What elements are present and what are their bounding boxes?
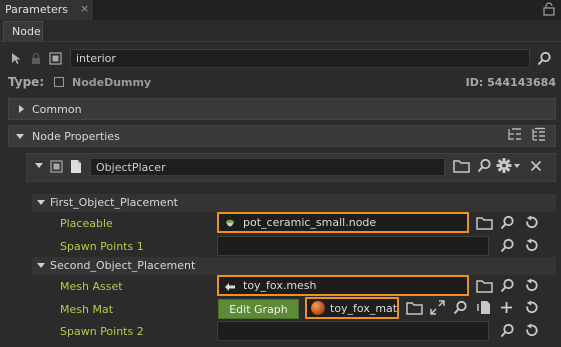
close-icon[interactable] [530, 160, 542, 172]
gear-icon[interactable] [496, 157, 522, 174]
node-type-value: NodeDummy [72, 76, 152, 89]
expand-icon[interactable] [430, 300, 445, 315]
search-icon[interactable] [500, 238, 515, 253]
object-placer-field[interactable]: ObjectPlacer [90, 158, 445, 176]
subtab-bar [0, 20, 561, 42]
stop-icon[interactable] [49, 52, 62, 65]
group-title: First_Object_Placement [50, 196, 178, 209]
spawn-points-1-label: Spawn Points 1 [60, 240, 144, 253]
tab-node[interactable]: Node [3, 21, 43, 42]
search-icon[interactable] [537, 51, 552, 66]
material-preview-icon [311, 301, 325, 315]
group-first-object-placement[interactable]: First_Object_Placement [32, 194, 556, 212]
type-label: Type: [8, 75, 45, 89]
chevron-down-icon [37, 200, 45, 205]
section-common[interactable]: Common [8, 98, 556, 120]
reset-icon[interactable] [524, 215, 539, 230]
close-panel-icon[interactable]: × [80, 2, 89, 15]
copy-icon[interactable] [477, 300, 491, 315]
node-id: ID: 544143684 [465, 76, 556, 89]
section-node-properties[interactable]: Node Properties [8, 125, 556, 147]
reset-icon[interactable] [524, 300, 539, 315]
edit-graph-button[interactable]: Edit Graph [218, 299, 299, 319]
stop-icon[interactable] [50, 160, 63, 173]
mesh-mat-label: Mesh Mat [60, 303, 114, 316]
section-node-properties-label: Node Properties [32, 130, 120, 143]
chevron-right-icon [19, 105, 24, 113]
mesh-asset-icon [225, 283, 235, 291]
mesh-asset-field[interactable]: toy_fox.mesh [217, 275, 469, 296]
node-asset-icon [226, 219, 234, 227]
folder-icon[interactable] [453, 159, 470, 173]
search-icon[interactable] [477, 158, 492, 173]
node-search-input[interactable]: interior [70, 49, 530, 68]
search-icon[interactable] [453, 300, 468, 315]
spawn-points-2-field[interactable] [217, 321, 489, 341]
mesh-asset-value: toy_fox.mesh [243, 279, 317, 292]
chevron-down-icon [16, 134, 24, 139]
plus-icon[interactable] [500, 301, 513, 314]
lock-icon[interactable] [30, 52, 42, 65]
spawn-points-1-field[interactable] [217, 236, 489, 256]
section-common-label: Common [32, 103, 82, 116]
reset-icon[interactable] [524, 278, 539, 293]
placeable-label: Placeable [60, 217, 113, 230]
group-second-object-placement[interactable]: Second_Object_Placement [32, 257, 556, 275]
enabled-checkbox[interactable] [54, 77, 64, 87]
parameters-panel-tab[interactable]: Parameters × [0, 0, 94, 20]
search-icon[interactable] [500, 215, 515, 230]
lock-icon[interactable] [542, 2, 556, 16]
node-type-row: Type: NodeDummy ID: 544143684 [8, 75, 556, 91]
mesh-mat-value: toy_fox_mat [330, 302, 398, 315]
tree-collapse-icon[interactable] [506, 127, 523, 142]
search-icon[interactable] [500, 278, 515, 293]
search-icon[interactable] [500, 323, 515, 338]
placeable-value: pot_ceramic_small.node [243, 216, 377, 229]
chevron-down-icon[interactable] [35, 163, 43, 168]
mesh-mat-field[interactable]: toy_fox_mat [305, 297, 399, 319]
reset-icon[interactable] [524, 323, 539, 338]
select-arrow-icon[interactable] [10, 52, 22, 65]
group-title: Second_Object_Placement [50, 259, 196, 272]
folder-icon[interactable] [476, 279, 493, 293]
folder-icon[interactable] [476, 216, 493, 230]
chevron-down-icon [37, 263, 45, 268]
reset-icon[interactable] [524, 238, 539, 253]
spawn-points-2-label: Spawn Points 2 [60, 325, 144, 338]
tree-expand-icon[interactable] [530, 127, 547, 142]
placeable-field[interactable]: pot_ceramic_small.node [217, 212, 469, 233]
panel-title: Parameters [5, 3, 68, 16]
folder-icon[interactable] [406, 301, 423, 315]
document-icon [71, 160, 81, 173]
mesh-asset-label: Mesh Asset [60, 280, 123, 293]
